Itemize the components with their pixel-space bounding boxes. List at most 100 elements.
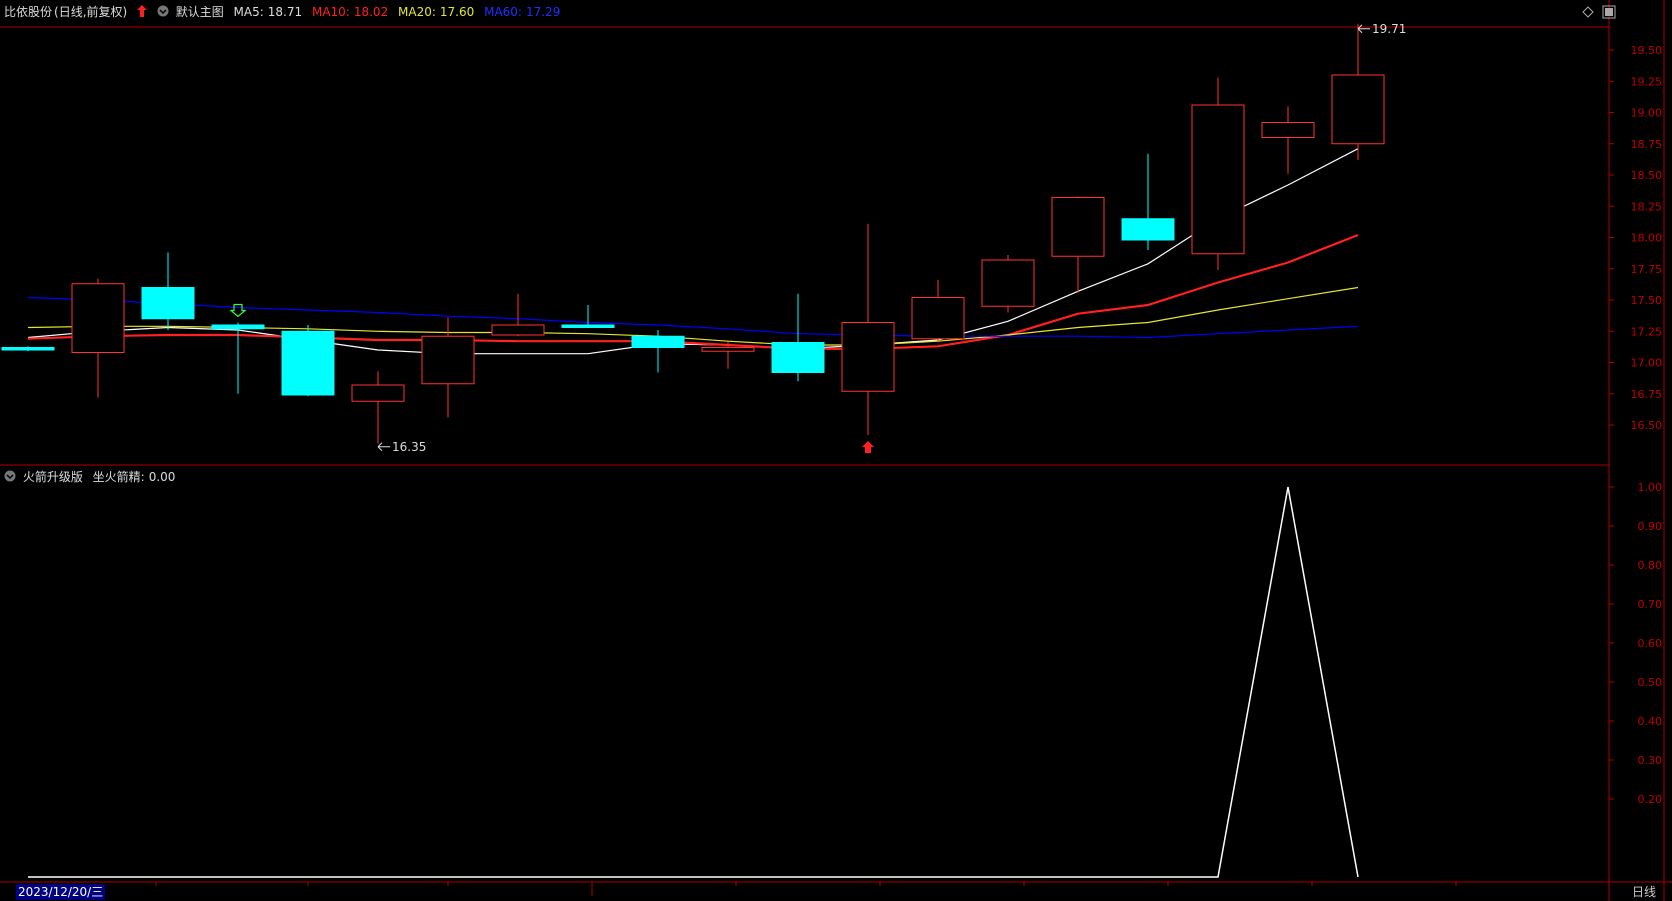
candle-body [421,335,475,385]
price-axis-label: 19.00 [1631,107,1663,120]
red-up-arrow-icon [137,4,148,20]
candlestick[interactable] [1051,196,1105,293]
indicator-axis-label: 1.00 [1638,481,1663,494]
candle-body [211,324,265,330]
candlestick[interactable] [491,293,545,337]
indicator-axis-label: 0.40 [1638,715,1663,728]
candle-body [1051,197,1105,257]
price-axis-label: 18.75 [1631,138,1663,151]
candlestick[interactable] [981,255,1035,313]
candlestick[interactable] [1121,153,1175,250]
price-axis-label: 16.50 [1631,419,1663,432]
candlestick[interactable] [141,252,195,331]
indicator-axis-label: 0.70 [1638,598,1663,611]
ma20-value: 17.60 [439,5,475,19]
candle-body [561,324,615,328]
candlestick[interactable] [351,371,405,444]
main-chart-header: 比依股份 (日线,前复权) 默认主图 MA5: 18.71 MA10: 18.02 M… [4,4,566,20]
candle-body [491,324,545,336]
candlestick[interactable] [1261,106,1315,174]
circle-dropdown-icon[interactable] [157,4,169,20]
candle-body [1,347,55,351]
candlestick[interactable] [841,223,895,435]
candlestick[interactable] [631,330,685,373]
candle-body [981,259,1035,307]
price-axis-label: 18.50 [1631,169,1663,182]
ma5-label: MA5: 18.71 [234,5,303,19]
price-axis-label: 19.50 [1631,44,1663,57]
candle-body [1191,104,1245,255]
period-label[interactable]: 日线 [1632,884,1656,900]
price-axis-label: 17.50 [1631,294,1663,307]
price-axis: 16.50 16.75 17.00 17.25 17.50 17.75 18.00 18.25… [1609,44,1662,432]
annotation-arrow-icon [377,442,390,452]
candlestick[interactable] [281,325,335,397]
candle-body [1331,74,1385,145]
price-axis-label: 17.75 [1631,263,1663,276]
price-axis-label: 17.00 [1631,357,1663,370]
candle-body [351,384,405,402]
red-up-arrow-icon [862,441,874,453]
ma60-line [27,296,1359,339]
ma60-value: 17.29 [525,5,561,19]
price-axis-label: 18.00 [1631,232,1663,245]
current-date-label: 2023/12/20/三 [16,884,106,900]
indicator-panel[interactable] [28,486,1359,878]
indicator-axis-label: 0.30 [1638,754,1663,767]
indicator-axis-label: 0.20 [1638,793,1663,806]
indicator-line [28,486,1359,878]
stock-chart-canvas[interactable]: 16.35 19.71 16.50 16.75 17.00 17.25 17.50 17.7… [0,0,1672,901]
price-axis-label: 16.75 [1631,388,1663,401]
price-annotation: 16.35 [392,440,426,454]
indicator-header: 火箭升级版 坐火箭精: 0.00 [4,469,181,485]
price-annotation: 19.71 [1372,22,1406,36]
ma20-label: MA20: 17.60 [398,5,474,19]
ma5-value: 18.71 [267,5,303,19]
green-down-arrow-icon [229,303,247,318]
ma5-line [27,148,1359,355]
ma60-label: MA60: 17.29 [484,5,560,19]
ma5-label-text: MA5: [233,5,264,19]
candle-body [281,330,335,396]
candle-body [701,347,755,352]
candlestick[interactable] [1331,23,1385,160]
indicator-axis-label: 0.80 [1638,559,1663,572]
ma10-line [27,233,1359,350]
candlestick[interactable] [71,278,125,398]
candle-body [71,283,125,353]
diamond-icon[interactable] [1582,6,1594,18]
candle-body [911,297,965,340]
ma10-label: MA10: 18.02 [312,5,388,19]
candle-body [1121,218,1175,241]
indicator-axis-label: 0.60 [1638,637,1663,650]
period-info: (日线,前复权) [54,5,128,19]
candlestick[interactable] [561,305,615,328]
indicator-axis-label: 0.50 [1638,676,1663,689]
candlestick[interactable] [1191,77,1245,271]
candlestick[interactable] [771,293,825,382]
stock-name: 比依股份 [4,5,53,19]
main-price-panel[interactable]: 16.35 19.71 [1,22,1406,454]
indicator-series-value: 0.00 [148,470,176,484]
candle-body [1261,122,1315,138]
candle-body [631,335,685,348]
ma20-label-text: MA20: [398,5,436,19]
candlestick[interactable] [911,280,965,343]
ma10-label-text: MA10: [311,5,350,19]
candle-body [771,342,825,373]
template-name[interactable]: 默认主图 [176,5,224,19]
ma60-label-text: MA60: [484,5,522,19]
candle-body [841,322,895,392]
candlestick[interactable] [1,346,55,352]
indicator-series-label: 坐火箭精: [92,470,145,484]
price-axis-label: 19.25 [1631,75,1663,88]
price-axis-label: 17.25 [1631,325,1663,338]
price-axis-label: 18.25 [1631,200,1663,213]
indicator-axis: 0.20 0.30 0.40 0.50 0.60 0.70 0.80 0.90 1.00 [1609,481,1662,806]
indicator-name[interactable]: 火箭升级版 [23,470,83,484]
ma10-value: 18.02 [353,5,389,19]
indicator-axis-label: 0.90 [1638,520,1663,533]
annotation-arrow-icon [1357,24,1370,34]
candle-body [141,287,195,320]
circle-dropdown-icon[interactable] [4,469,16,485]
